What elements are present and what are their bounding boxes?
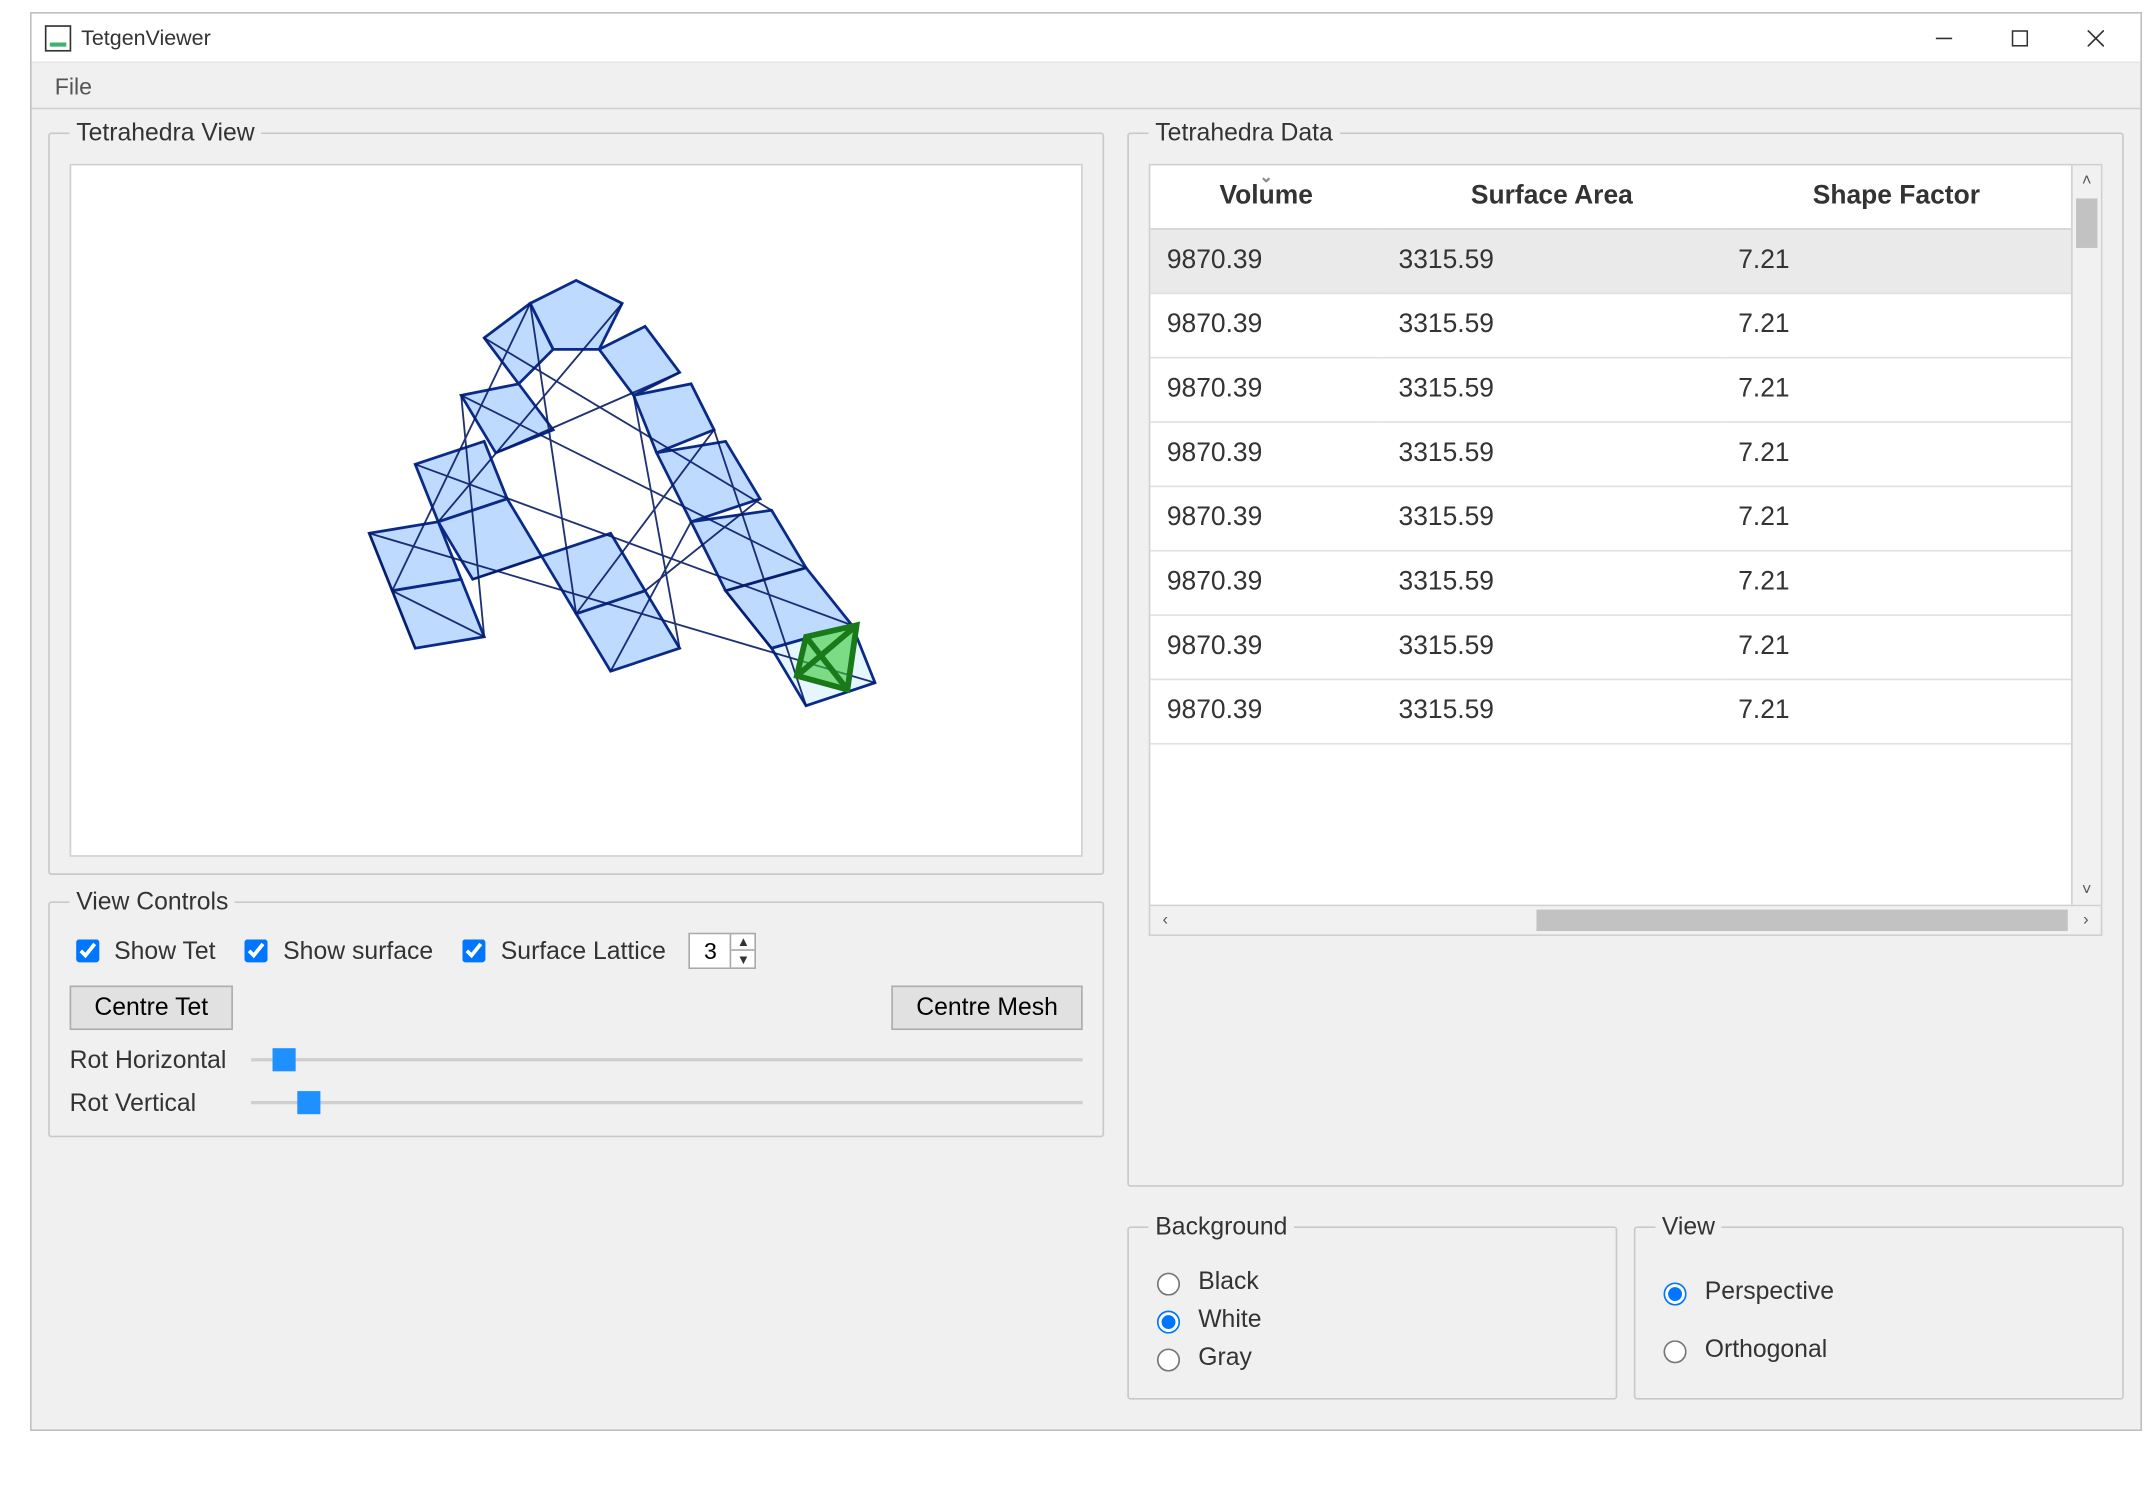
radio-bg-gray-input[interactable] [1157,1349,1180,1372]
table-cell: 9870.39 [1150,679,1382,743]
rot-vertical-slider[interactable] [251,1086,1083,1119]
checkbox-surface-lattice-input[interactable] [463,939,486,962]
menu-file[interactable]: File [42,69,106,102]
radio-view-orthogonal[interactable]: Orthogonal [1655,1335,2102,1363]
group-view-title: View [1655,1213,1721,1241]
checkbox-show-tet-label: Show Tet [114,937,215,965]
group-background: Background Black White Gray [1127,1213,1617,1399]
rot-horizontal-label: Rot Horizontal [70,1046,235,1074]
mesh-svg [71,165,1081,855]
rot-vertical-label: Rot Vertical [70,1089,235,1117]
group-view-controls-title: View Controls [70,888,235,916]
table-row[interactable]: 9870.393315.597.21 [1150,486,2071,550]
sort-caret-icon: ⌄ [1259,169,1273,187]
radio-view-perspective-input[interactable] [1664,1283,1687,1306]
checkbox-show-tet-input[interactable] [76,939,99,962]
checkbox-show-surface[interactable]: Show surface [239,934,434,967]
table-cell: 9870.39 [1150,422,1382,486]
col-volume-header[interactable]: ⌄ Volume [1150,165,1382,229]
group-tetrahedra-view: Tetrahedra View [48,119,1104,875]
lattice-spinner-input[interactable] [691,934,731,967]
table-cell: 7.21 [1722,615,2071,679]
radio-bg-gray[interactable]: Gray [1149,1344,1596,1372]
table-cell: 3315.59 [1382,358,1722,422]
table-cell: 7.21 [1722,486,2071,550]
app-icon [45,24,71,50]
group-background-title: Background [1149,1213,1294,1241]
table-cell: 7.21 [1722,229,2071,293]
spinner-up-icon[interactable]: ▲ [732,934,755,951]
radio-bg-black[interactable]: Black [1149,1268,1596,1296]
table-cell: 9870.39 [1150,615,1382,679]
table-cell: 3315.59 [1382,229,1722,293]
mesh-canvas[interactable] [70,164,1083,857]
table-cell: 7.21 [1722,679,2071,743]
maximize-button[interactable] [1982,13,2058,63]
table-cell: 3315.59 [1382,679,1722,743]
table-cell: 3315.59 [1382,422,1722,486]
scroll-up-icon[interactable]: ˄ [2073,165,2101,195]
table-row[interactable]: 9870.393315.597.21 [1150,422,2071,486]
table-cell: 9870.39 [1150,358,1382,422]
table-horizontal-scrollbar[interactable]: ‹ › [1149,906,2103,936]
window-title: TetgenViewer [81,25,211,50]
table-cell: 9870.39 [1150,293,1382,357]
radio-bg-white[interactable]: White [1149,1306,1596,1334]
radio-bg-white-input[interactable] [1157,1311,1180,1334]
app-window: TetgenViewer File Tetrahedra View [30,12,2142,1431]
vertical-scroll-thumb[interactable] [2076,198,2097,248]
scroll-right-icon[interactable]: › [2071,906,2101,934]
radio-bg-black-input[interactable] [1157,1273,1180,1296]
checkbox-surface-lattice[interactable]: Surface Lattice [456,934,666,967]
centre-mesh-button[interactable]: Centre Mesh [892,986,1083,1031]
table-cell: 9870.39 [1150,229,1382,293]
scroll-left-icon[interactable]: ‹ [1150,906,1180,934]
scroll-down-icon[interactable]: ˅ [2073,875,2101,905]
table-cell: 7.21 [1722,358,2071,422]
checkbox-show-tet[interactable]: Show Tet [70,934,216,967]
table-cell: 7.21 [1722,422,2071,486]
spinner-down-icon[interactable]: ▼ [732,951,755,968]
titlebar: TetgenViewer [32,14,2141,64]
data-table[interactable]: ⌄ Volume Surface Area Shape Factor 9870.… [1150,165,2071,744]
table-row[interactable]: 9870.393315.597.21 [1150,229,2071,293]
group-view: View Perspective Orthogonal [1634,1213,2124,1399]
col-surface-area-header[interactable]: Surface Area [1382,165,1722,229]
radio-view-perspective[interactable]: Perspective [1655,1278,2102,1306]
radio-view-orthogonal-input[interactable] [1664,1340,1687,1363]
table-cell: 3315.59 [1382,551,1722,615]
table-cell: 9870.39 [1150,486,1382,550]
lattice-spinner[interactable]: ▲ ▼ [689,933,757,969]
table-cell: 9870.39 [1150,551,1382,615]
group-tetrahedra-view-title: Tetrahedra View [70,119,262,147]
group-view-controls: View Controls Show Tet Show surface Surf… [48,888,1104,1137]
table-row[interactable]: 9870.393315.597.21 [1150,293,2071,357]
rot-horizontal-slider[interactable] [251,1043,1083,1076]
table-row[interactable]: 9870.393315.597.21 [1150,551,2071,615]
col-shape-factor-header[interactable]: Shape Factor [1722,165,2071,229]
table-cell: 3315.59 [1382,615,1722,679]
centre-tet-button[interactable]: Centre Tet [70,986,233,1031]
close-button[interactable] [2058,13,2134,63]
minimize-button[interactable] [1906,13,1982,63]
table-row[interactable]: 9870.393315.597.21 [1150,679,2071,743]
group-tetrahedra-data: Tetrahedra Data ⌄ Volume Surface Area [1127,119,2124,1187]
checkbox-show-surface-label: Show surface [283,937,433,965]
horizontal-scroll-thumb[interactable] [1536,910,2067,931]
table-vertical-scrollbar[interactable]: ˄ ˅ [2071,165,2101,904]
checkbox-surface-lattice-label: Surface Lattice [501,937,666,965]
table-cell: 7.21 [1722,551,2071,615]
checkbox-show-surface-input[interactable] [245,939,268,962]
table-cell: 3315.59 [1382,293,1722,357]
table-cell: 3315.59 [1382,486,1722,550]
table-row[interactable]: 9870.393315.597.21 [1150,358,2071,422]
group-tetrahedra-data-title: Tetrahedra Data [1149,119,1340,147]
menubar: File [32,63,2141,109]
table-row[interactable]: 9870.393315.597.21 [1150,615,2071,679]
table-cell: 7.21 [1722,293,2071,357]
